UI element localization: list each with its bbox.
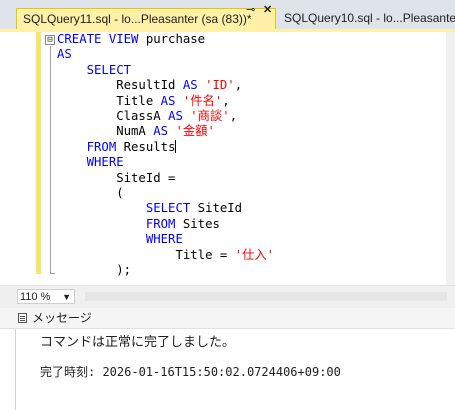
editor-horizontal-scrollbar[interactable] [85, 292, 447, 301]
code-line[interactable]: FROM Results [57, 139, 274, 155]
sql-string: 'ID' [205, 78, 235, 93]
sql-code[interactable]: CREATE VIEW purchase AS SELECT ResultId A… [57, 32, 274, 279]
code-line[interactable]: WHERE [57, 232, 274, 247]
sql-text: ( [57, 186, 124, 201]
editor-vertical-scrollbar[interactable] [446, 32, 455, 285]
sql-text: SiteId = [57, 170, 176, 185]
sql-keyword: AS [57, 47, 72, 62]
completion-time: 完了時刻: 2026-01-16T15:50:02.0724406+09:00 [40, 365, 341, 379]
code-line[interactable]: NumA AS '金額' [57, 124, 274, 139]
sql-text: ); [57, 263, 132, 278]
sql-keyword: AS [182, 78, 198, 93]
sql-keyword: AS [168, 109, 183, 124]
sql-string: '仕入' [234, 247, 275, 262]
tab-label: SQLQuery11.sql - lo...Pleasanter (sa (83… [23, 12, 252, 26]
sql-keyword: WHERE [145, 232, 183, 247]
outline-guide [50, 46, 51, 274]
sql-keyword: FROM [86, 139, 117, 154]
text-caret [175, 139, 177, 153]
code-line[interactable]: ResultId AS 'ID', [57, 78, 274, 93]
sql-text: Title = [57, 247, 235, 262]
code-line[interactable]: WHERE [57, 155, 274, 170]
tab-messages[interactable]: メッセージ [18, 310, 92, 326]
sql-keyword: FROM [145, 216, 176, 231]
code-line[interactable]: SiteId = [57, 171, 274, 186]
query-editor[interactable]: ⊟ CREATE VIEW purchase AS SELECT ResultId… [0, 32, 455, 285]
sql-text: , [222, 93, 230, 108]
code-line[interactable]: SELECT SiteId [57, 201, 274, 216]
editor-zoom-bar: 110 % ▼ [0, 285, 455, 308]
sql-text: ResultId [57, 78, 183, 93]
code-line[interactable]: FROM Sites [57, 217, 274, 232]
result-message: コマンドは正常に完了しました。 [40, 335, 236, 350]
sql-text: , [234, 78, 243, 93]
sql-string: '金額' [175, 124, 215, 139]
sql-keyword: CREATE VIEW [57, 32, 139, 46]
code-line[interactable]: AS [57, 47, 274, 62]
change-tracking-bar [36, 32, 41, 274]
code-line[interactable]: ); [57, 263, 274, 278]
document-tab-strip: SQLQuery11.sql - lo...Pleasanter (sa (83… [0, 0, 455, 30]
sql-keyword: AS [160, 93, 176, 108]
messages-icon [18, 313, 27, 323]
pin-icon[interactable]: ⊸ [246, 2, 255, 18]
code-line[interactable]: CREATE VIEW purchase [57, 32, 274, 47]
code-line[interactable]: SELECT [57, 63, 274, 78]
zoom-dropdown[interactable]: 110 % ▼ [17, 289, 75, 304]
outline-guide-end [50, 273, 55, 274]
sql-text: SiteId [190, 201, 243, 216]
sql-keyword: AS [153, 124, 169, 139]
code-line[interactable]: ClassA AS '商談', [57, 109, 274, 124]
sql-string: '件名' [182, 93, 223, 108]
close-icon[interactable]: ✕ [263, 2, 272, 18]
tab-sqlquery10[interactable]: SQLQuery10.sql - lo...Pleasanter (sa (82… [278, 8, 455, 28]
sql-text: Title [57, 93, 161, 108]
tab-label: SQLQuery10.sql - lo...Pleasanter (sa (82… [284, 11, 455, 25]
code-line[interactable]: ( [57, 186, 274, 201]
tab-sqlquery11[interactable]: SQLQuery11.sql - lo...Pleasanter (sa (83… [16, 8, 276, 30]
results-tab-bar: メッセージ [0, 308, 455, 329]
sql-keyword: SELECT [145, 201, 191, 216]
messages-pane-border [15, 329, 16, 410]
sql-keyword: SELECT [86, 62, 132, 77]
code-line[interactable]: Title = '仕入' [57, 248, 274, 263]
sql-keyword: WHERE [86, 155, 124, 170]
sql-text: , [229, 109, 238, 124]
tab-messages-label: メッセージ [32, 311, 92, 325]
chevron-down-icon: ▼ [62, 292, 71, 302]
sql-text: Sites [175, 216, 220, 231]
collapse-outline-icon[interactable]: ⊟ [45, 35, 55, 45]
sql-text: ClassA [57, 109, 169, 124]
sql-text: purchase [138, 32, 206, 46]
sql-text: Results [116, 139, 176, 154]
sql-string: '商談' [190, 109, 230, 124]
zoom-value: 110 % [20, 291, 51, 303]
code-line[interactable]: Title AS '件名', [57, 94, 274, 109]
sql-text: NumA [57, 124, 154, 139]
